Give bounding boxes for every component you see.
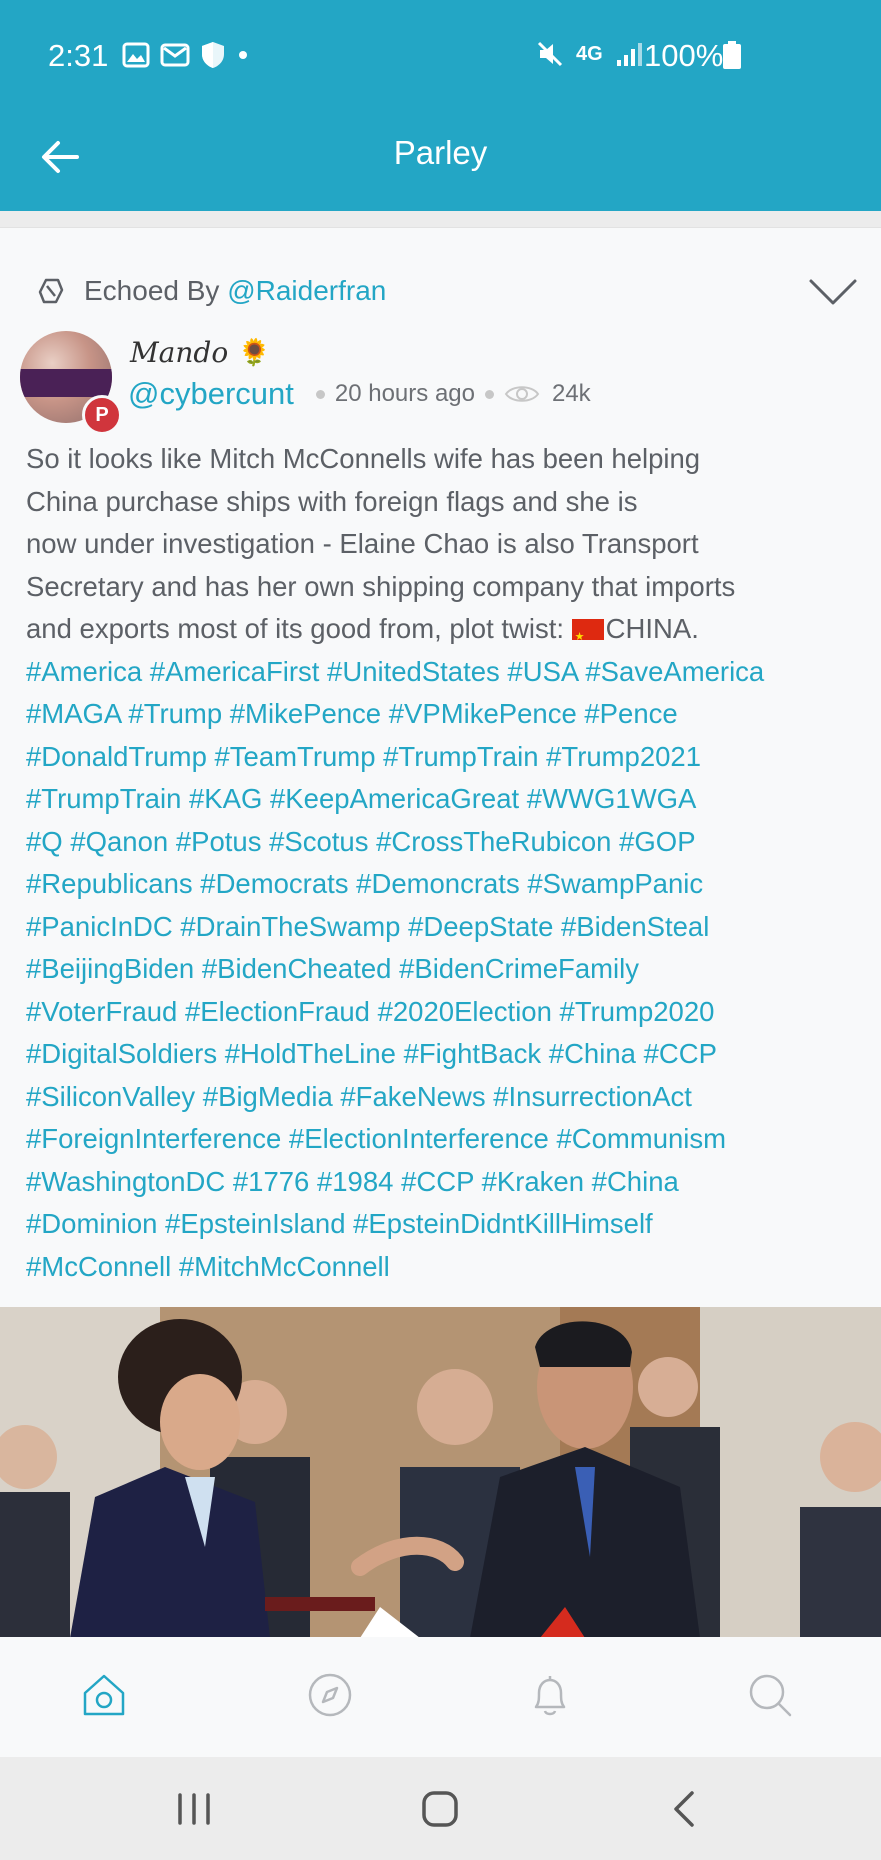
post-image-illustration bbox=[0, 1307, 881, 1638]
shield-icon bbox=[202, 42, 224, 68]
battery-icon bbox=[723, 41, 741, 69]
body-line: So it looks like Mitch McConnells wife h… bbox=[26, 443, 701, 474]
body-line: China purchase ships with foreign flags … bbox=[26, 485, 638, 517]
post-meta: @cybercunt 20 hours ago 24k bbox=[128, 376, 591, 412]
home-tab[interactable] bbox=[80, 1671, 128, 1719]
hashtag-line[interactable]: #PanicInDC #DrainTheSwamp #DeepState #Bi… bbox=[26, 906, 871, 949]
hashtag-line[interactable]: #TrumpTrain #KAG #KeepAmericaGreat #WWG1… bbox=[26, 778, 871, 821]
hashtag-line[interactable]: #ForeignInterference #ElectionInterferen… bbox=[26, 1118, 871, 1161]
search-icon bbox=[749, 1674, 792, 1717]
avatar-redaction-bar bbox=[20, 369, 112, 397]
body-text-segment: and exports most of its good from, plot … bbox=[26, 613, 572, 644]
bottom-tab-bar bbox=[0, 1637, 881, 1757]
app-header: Parley bbox=[0, 110, 881, 211]
display-name-text: Mando bbox=[130, 336, 229, 369]
signal-icon bbox=[616, 43, 642, 66]
page-title: Parley bbox=[393, 134, 488, 171]
eye-icon bbox=[504, 386, 540, 402]
post-image[interactable] bbox=[0, 1307, 881, 1638]
system-back-button[interactable] bbox=[664, 1787, 708, 1831]
hashtag-line[interactable]: #WashingtonDC #1776 #1984 #CCP #Kraken #… bbox=[26, 1161, 871, 1204]
dot-icon bbox=[239, 51, 247, 59]
hashtag-line[interactable]: #VoterFraud #ElectionFraud #2020Election… bbox=[26, 991, 871, 1034]
separator-dot bbox=[484, 389, 494, 399]
hashtag-line[interactable]: #Republicans #Democrats #Demoncrats #Swa… bbox=[26, 863, 871, 906]
post-body: So it looks like Mitch McConnells wife h… bbox=[26, 438, 871, 1288]
body-text-tail: CHINA. bbox=[605, 613, 699, 644]
echoed-by-label: Echoed By @Raiderfran bbox=[84, 275, 386, 307]
body-line: Secretary and has her own shipping compa… bbox=[26, 570, 736, 602]
search-tab[interactable] bbox=[746, 1671, 794, 1719]
home-square-icon bbox=[422, 1791, 458, 1827]
hashtag-line[interactable]: #America #AmericaFirst #UnitedStates #US… bbox=[26, 651, 871, 694]
compass-icon bbox=[308, 1673, 352, 1717]
display-name[interactable]: Mando 🌻 bbox=[130, 336, 271, 369]
sunflower-emoji: 🌻 bbox=[238, 337, 271, 368]
status-time: 2:31 bbox=[48, 38, 109, 73]
network-icon: 4G bbox=[576, 42, 603, 65]
body-line: now under investigation - Elaine Chao is… bbox=[26, 528, 699, 559]
status-bar: 2:31 4G 100% bbox=[0, 0, 881, 110]
china-flag-icon bbox=[571, 616, 604, 659]
echoed-prefix: Echoed By bbox=[84, 275, 220, 306]
home-button[interactable] bbox=[418, 1787, 462, 1831]
hashtag-line[interactable]: #DonaldTrump #TeamTrump #TrumpTrain #Tru… bbox=[26, 736, 871, 779]
image-icon bbox=[122, 42, 150, 68]
view-count: 24k bbox=[551, 380, 591, 407]
notifications-tab[interactable] bbox=[526, 1671, 574, 1719]
body-line-last: and exports most of its good from, plot … bbox=[26, 608, 871, 659]
parler-badge: P bbox=[82, 395, 122, 435]
hashtags: #America #AmericaFirst #UnitedStates #US… bbox=[26, 651, 871, 1289]
echoed-handle-link[interactable]: @Raiderfran bbox=[227, 275, 386, 306]
battery-percent: 100% bbox=[644, 38, 724, 73]
separator-dot bbox=[315, 389, 325, 399]
post-time: 20 hours ago bbox=[334, 380, 475, 407]
system-nav-bar bbox=[0, 1757, 881, 1860]
post-card[interactable]: Echoed By @Raiderfran P Mando 🌻 @cybercu… bbox=[0, 227, 881, 1638]
hashtag-line[interactable]: #DigitalSoldiers #HoldTheLine #FightBack… bbox=[26, 1033, 871, 1076]
recents-button[interactable] bbox=[172, 1787, 216, 1831]
hashtag-line[interactable]: #BeijingBiden #BidenCheated #BidenCrimeF… bbox=[26, 948, 871, 991]
hashtag-line[interactable]: #Q #Qanon #Potus #Scotus #CrossTheRubico… bbox=[26, 821, 871, 864]
echo-icon bbox=[38, 278, 64, 304]
app-header-band: 2:31 4G 100% Parley bbox=[0, 0, 881, 211]
discover-tab[interactable] bbox=[306, 1671, 354, 1719]
hashtag-line[interactable]: #SiliconValley #BigMedia #FakeNews #Insu… bbox=[26, 1076, 871, 1119]
echoed-by-row: Echoed By @Raiderfran bbox=[36, 275, 386, 307]
bell-icon bbox=[534, 1676, 566, 1716]
mail-icon bbox=[160, 43, 190, 67]
hashtag-line[interactable]: #MAGA #Trump #MikePence #VPMikePence #Pe… bbox=[26, 693, 871, 736]
home-icon bbox=[83, 1674, 125, 1716]
mute-icon bbox=[537, 41, 563, 67]
recents-icon bbox=[178, 1793, 210, 1825]
status-notification-icons bbox=[122, 40, 250, 70]
hashtag-line[interactable]: #Dominion #EpsteinIsland #EpsteinDidntKi… bbox=[26, 1203, 871, 1246]
hashtag-line[interactable]: #McConnell #MitchMcConnell bbox=[26, 1246, 871, 1289]
status-system-icons: 4G bbox=[536, 40, 645, 68]
chevron-left-icon bbox=[674, 1791, 694, 1827]
chevron-down-icon[interactable] bbox=[808, 276, 858, 308]
username-link[interactable]: @cybercunt bbox=[128, 376, 294, 412]
